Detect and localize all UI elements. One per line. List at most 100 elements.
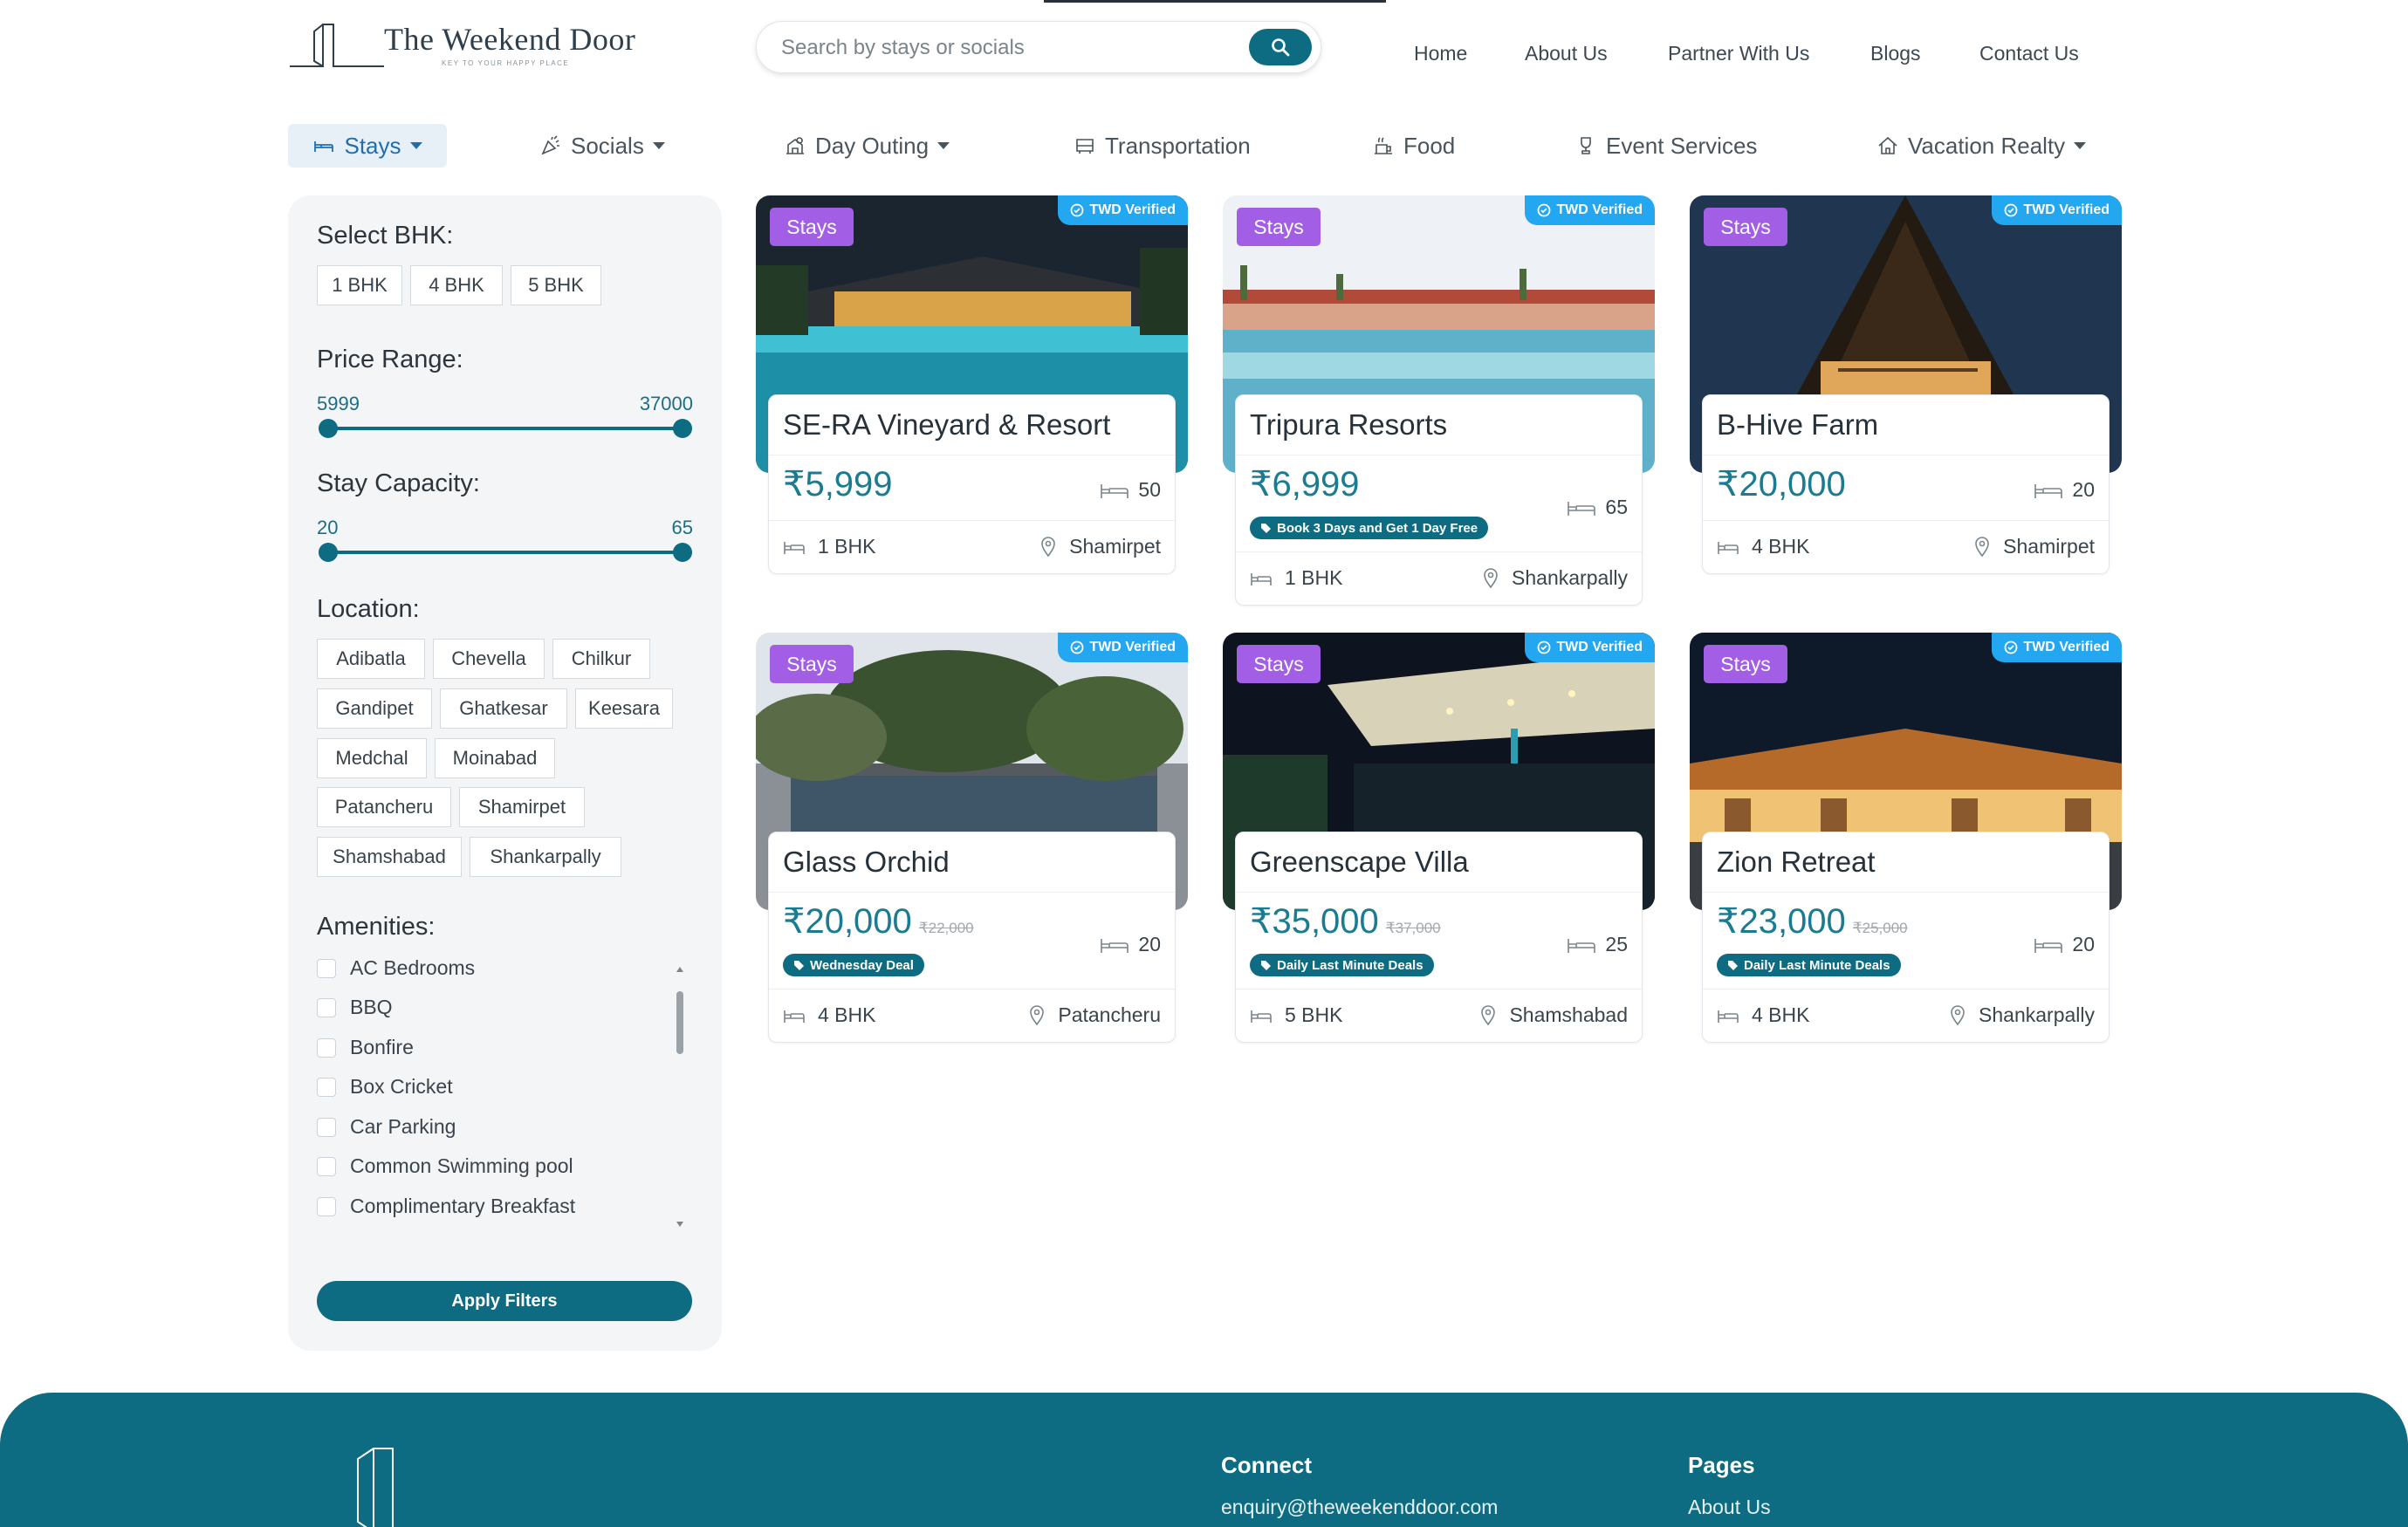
- nav-about-us[interactable]: About Us: [1525, 42, 1608, 70]
- location-chip[interactable]: Shankarpally: [470, 837, 621, 877]
- bed-icon: [1251, 572, 1272, 585]
- scrollbar-thumb[interactable]: [676, 991, 683, 1054]
- bhk-option-5[interactable]: 5 BHK: [511, 265, 601, 305]
- location-chip[interactable]: Medchal: [317, 738, 427, 778]
- checkbox[interactable]: [317, 958, 336, 978]
- bed-icon: [1718, 541, 1739, 554]
- chevron-down-icon: [937, 142, 950, 149]
- category-tag: Stays: [770, 208, 854, 246]
- listing-name[interactable]: Zion Retreat: [1703, 832, 2109, 893]
- checkbox[interactable]: [317, 1077, 336, 1097]
- category-vacation-realty[interactable]: Vacation Realty: [1876, 124, 2087, 168]
- brand-title: The Weekend Door: [384, 22, 636, 57]
- listing-bhk: 5 BHK: [1250, 1003, 1342, 1027]
- listing-price: ₹20,000: [1717, 465, 1846, 503]
- search-icon: [1272, 38, 1290, 57]
- location-chip[interactable]: Gandipet: [317, 688, 432, 729]
- checkbox[interactable]: [317, 1117, 336, 1137]
- category-food[interactable]: Food: [1372, 124, 1455, 168]
- category-transportation[interactable]: Transportation: [1074, 124, 1251, 168]
- location-chip[interactable]: Shamirpet: [459, 787, 585, 827]
- capacity-slider-track[interactable]: [328, 551, 683, 554]
- nav-blogs[interactable]: Blogs: [1870, 42, 1921, 70]
- bhk-option-1[interactable]: 1 BHK: [317, 265, 402, 305]
- category-stays[interactable]: Stays: [288, 124, 447, 168]
- search-input[interactable]: [779, 32, 1237, 64]
- price-min-handle[interactable]: [319, 419, 338, 438]
- footer-about-link[interactable]: About Us: [1688, 1496, 1771, 1519]
- location-chip[interactable]: Keesara: [575, 688, 673, 729]
- bhk-option-4[interactable]: 4 BHK: [410, 265, 503, 305]
- outing-icon: [786, 137, 804, 154]
- verified-badge: TWD Verified: [1058, 195, 1188, 225]
- deal-badge: Daily Last Minute Deals: [1717, 954, 1901, 976]
- listing-price: ₹5,999: [783, 465, 893, 503]
- chevron-down-icon: [652, 142, 665, 149]
- amenity-item[interactable]: Car Parking: [317, 1115, 456, 1139]
- listing-footer: 1 BHK Shamirpet: [769, 521, 1175, 573]
- amenity-item[interactable]: Common Swimming pool: [317, 1154, 573, 1178]
- checkbox[interactable]: [317, 1037, 336, 1058]
- amenity-item[interactable]: Bonfire: [317, 1036, 414, 1059]
- checkbox[interactable]: [317, 997, 336, 1017]
- location-chip[interactable]: Shamshabad: [317, 837, 462, 877]
- location-chip[interactable]: Chilkur: [552, 639, 650, 679]
- apply-filters-button[interactable]: Apply Filters: [317, 1281, 692, 1321]
- listing-price-row: ₹5,999 50: [769, 455, 1175, 521]
- location-chip[interactable]: Chevella: [433, 639, 545, 679]
- listing-name[interactable]: Greenscape Villa: [1236, 832, 1642, 893]
- footer-pages-heading: Pages: [1688, 1452, 1755, 1478]
- listing-name[interactable]: Tripura Resorts: [1236, 395, 1642, 455]
- category-tag: Stays: [770, 645, 854, 683]
- brand-logo[interactable]: The Weekend Door KEY TO YOUR HAPPY PLACE: [288, 19, 637, 73]
- capacity-min-value: 20: [317, 517, 339, 538]
- listing-info: Zion Retreat ₹23,000 ₹25,000 Daily Last Min…: [1702, 832, 2110, 1043]
- amenity-item[interactable]: BBQ: [317, 996, 393, 1019]
- category-label: Socials: [571, 132, 644, 159]
- amenities-heading: Amenities:: [317, 913, 436, 941]
- price-slider-track[interactable]: [328, 427, 683, 430]
- verified-badge: TWD Verified: [1992, 195, 2122, 225]
- listing-name[interactable]: B-Hive Farm: [1703, 395, 2109, 455]
- bhk-heading: Select BHK:: [317, 222, 454, 250]
- nav-home[interactable]: Home: [1414, 42, 1467, 70]
- bus-icon: [1076, 139, 1094, 154]
- capacity-min-handle[interactable]: [319, 543, 338, 562]
- listing-capacity: 20: [2034, 933, 2095, 956]
- tag-icon: [1261, 523, 1271, 533]
- search-button[interactable]: [1249, 29, 1312, 65]
- checkbox[interactable]: [317, 1196, 336, 1216]
- amenity-item[interactable]: Box Cricket: [317, 1075, 453, 1099]
- amenity-item[interactable]: Complimentary Breakfast: [317, 1195, 575, 1218]
- footer: Connect enquiry@theweekenddoor.com Pages…: [0, 1393, 2408, 1527]
- location-pin-icon: [1975, 536, 1989, 557]
- location-chip[interactable]: Moinabad: [435, 738, 555, 778]
- amenities-scrollbar[interactable]: [674, 960, 686, 1232]
- listing-footer: 4 BHK Shamirpet: [1703, 521, 2109, 573]
- listing-bhk: 4 BHK: [1717, 535, 1809, 558]
- listing-name[interactable]: SE-RA Vineyard & Resort: [769, 395, 1175, 455]
- price-max-handle[interactable]: [673, 419, 692, 438]
- listing-price-row: ₹35,000 ₹37,000 Daily Last Minute Deals 25: [1236, 893, 1642, 989]
- listing-location: Shankarpally: [1482, 566, 1628, 590]
- nav-partner-with-us[interactable]: Partner With Us: [1668, 42, 1809, 70]
- checkbox[interactable]: [317, 1156, 336, 1176]
- search-bar: [756, 21, 1321, 73]
- listing-name[interactable]: Glass Orchid: [769, 832, 1175, 893]
- nav-contact-us[interactable]: Contact Us: [1979, 42, 2079, 70]
- capacity-max-handle[interactable]: [673, 543, 692, 562]
- capacity-heading: Stay Capacity:: [317, 469, 480, 497]
- amenity-item[interactable]: AC Bedrooms: [317, 956, 475, 980]
- bed-icon: [314, 141, 334, 152]
- category-event-services[interactable]: Event Services: [1574, 124, 1757, 168]
- location-chip[interactable]: Ghatkesar: [440, 688, 567, 729]
- location-chip[interactable]: Adibatla: [317, 639, 425, 679]
- category-socials[interactable]: Socials: [539, 124, 665, 168]
- listing-old-price: ₹37,000: [1385, 920, 1441, 936]
- tag-icon: [794, 960, 804, 970]
- category-label: Day Outing: [815, 132, 930, 159]
- category-day-outing[interactable]: Day Outing: [784, 124, 950, 168]
- location-chip[interactable]: Patancheru: [317, 787, 451, 827]
- listing-price-row: ₹20,000 ₹22,000 Wednesday Deal 20: [769, 893, 1175, 989]
- footer-email-link[interactable]: enquiry@theweekenddoor.com: [1221, 1496, 1498, 1519]
